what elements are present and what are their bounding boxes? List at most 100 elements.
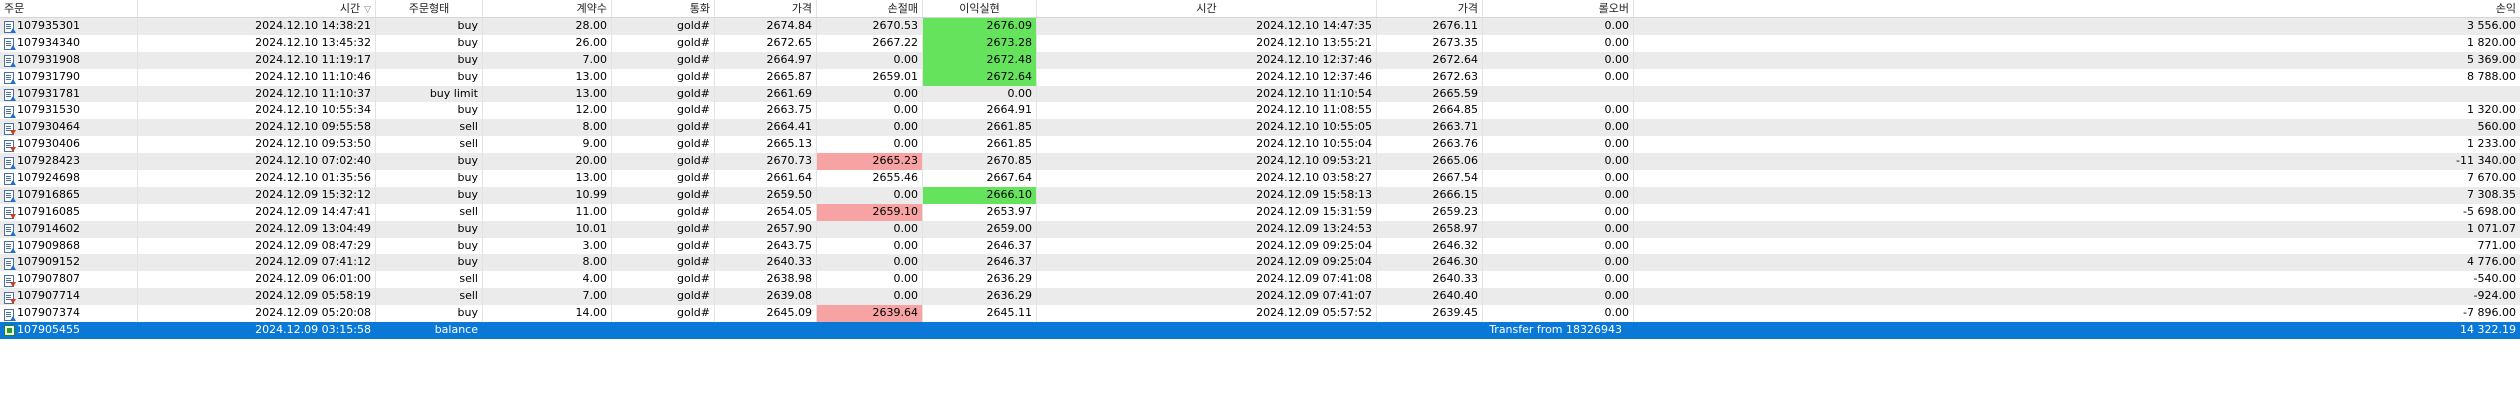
table-row[interactable]: 107907374 2024.12.09 05:20:08 buy 14.00 gold…	[0, 305, 2520, 323]
cell-swap: 0.00	[1483, 102, 1634, 120]
cell-profit: 3 556.00	[2467, 19, 2516, 32]
table-row[interactable]: 107909868 2024.12.09 08:47:29 buy 3.00 gold#…	[0, 237, 2520, 255]
sell-order-icon	[4, 274, 16, 287]
cell-order-type: sell	[376, 136, 483, 154]
balance-row[interactable]: 107905455 2024.12.09 03:15:58 balance Tr…	[0, 322, 2520, 339]
cell-profit: 1 233.00	[2467, 137, 2516, 151]
col-header-swap[interactable]: 롤오버	[1483, 0, 1634, 17]
cell-open-time: 2024.12.09 06:01:00	[138, 271, 376, 289]
cell-open-price: 2645.09	[715, 305, 817, 323]
buy-order-icon	[4, 105, 16, 118]
cell-symbol: gold#	[612, 220, 715, 238]
cell-open-price: 2661.69	[715, 85, 817, 103]
col-header-volume[interactable]: 계약수	[483, 0, 612, 17]
cell-open-time: 2024.12.10 09:53:50	[138, 136, 376, 154]
cell-symbol: gold#	[612, 51, 715, 69]
cell-swap: 0.00	[1483, 254, 1634, 272]
cell-open-time: 2024.12.09 05:20:08	[138, 305, 376, 323]
sort-desc-icon: ▽	[364, 5, 371, 15]
table-row[interactable]: 107934340 2024.12.10 13:45:32 buy 26.00 gold…	[0, 34, 2520, 52]
table-row[interactable]: 107930464 2024.12.10 09:55:58 sell 8.00 gold…	[0, 119, 2520, 137]
cell-order-type: buy	[376, 186, 483, 204]
table-row[interactable]: 107931530 2024.12.10 10:55:34 buy 12.00 gold…	[0, 102, 2520, 120]
table-row[interactable]: 107931908 2024.12.10 11:19:17 buy 7.00 gold#…	[0, 51, 2520, 69]
table-row[interactable]: 107914602 2024.12.09 13:04:49 buy 10.01 gold…	[0, 220, 2520, 238]
col-header-time[interactable]: 시간 ▽	[138, 0, 376, 17]
cell-close-price: 2663.71	[1377, 119, 1483, 137]
cell-volume: 20.00	[483, 153, 612, 171]
table-row[interactable]: 107924698 2024.12.10 01:35:56 buy 13.00 gold…	[0, 170, 2520, 187]
cell-symbol: gold#	[612, 170, 715, 187]
cell-swap: 0.00	[1483, 18, 1634, 35]
cell-open-time: 2024.12.10 11:10:37	[138, 85, 376, 103]
cell-order-number: 107907374	[0, 305, 138, 323]
cell-close-price: 2666.15	[1377, 186, 1483, 204]
cell-take-profit: 2636.29	[923, 288, 1037, 306]
cell-close-time: 2024.12.09 07:41:07	[1037, 288, 1377, 306]
cell-stop-loss: 0.00	[817, 237, 923, 255]
cell-order-type: buy limit	[376, 85, 483, 103]
cell-profit: 1 071.07	[2467, 221, 2516, 235]
cell-volume: 28.00	[483, 18, 612, 35]
col-header-price[interactable]: 가격	[715, 0, 817, 17]
pending-order-icon	[4, 88, 16, 101]
col-header-order[interactable]: 주문	[0, 0, 138, 17]
cell-order-type: buy	[376, 254, 483, 272]
cell-take-profit: 0.00	[923, 85, 1037, 103]
cell-swap: 0.00	[1483, 170, 1634, 187]
col-header-close-price[interactable]: 가격	[1377, 0, 1483, 17]
table-row[interactable]: 107935301 2024.12.10 14:38:21 buy 28.00 gold…	[0, 18, 2520, 35]
cell-symbol: gold#	[612, 102, 715, 120]
cell-close-time: 2024.12.10 11:10:54	[1037, 85, 1377, 103]
cell-profit: -924.00	[2473, 289, 2516, 303]
table-row[interactable]: 107909152 2024.12.09 07:41:12 buy 8.00 gold#…	[0, 254, 2520, 272]
cell-swap: 0.00	[1483, 305, 1634, 323]
cell-stop-loss: 0.00	[817, 136, 923, 154]
col-header-symbol[interactable]: 통화	[612, 0, 715, 17]
cell-symbol: gold#	[612, 203, 715, 221]
table-row[interactable]: 107907714 2024.12.09 05:58:19 sell 7.00 gold…	[0, 288, 2520, 306]
cell-close-price: 2646.30	[1377, 254, 1483, 272]
cell-symbol: gold#	[612, 18, 715, 35]
balance-icon	[4, 324, 15, 337]
cell-order-number: 107928423	[0, 153, 138, 171]
cell-open-time: 2024.12.09 14:47:41	[138, 203, 376, 221]
cell-stop-loss: 0.00	[817, 271, 923, 289]
cell-order-type: buy	[376, 220, 483, 238]
cell-close-price: 2665.59	[1377, 85, 1483, 103]
cell-open-price: 2664.97	[715, 51, 817, 69]
cell-close-price: 2672.64	[1377, 51, 1483, 69]
cell-order-type: buy	[376, 18, 483, 35]
table-row[interactable]: 107930406 2024.12.10 09:53:50 sell 9.00 gold…	[0, 136, 2520, 154]
table-row[interactable]: 107916865 2024.12.09 15:32:12 buy 10.99 gold…	[0, 186, 2520, 204]
cell-close-time: 2024.12.10 14:47:35	[1037, 18, 1377, 35]
cell-take-profit: 2653.97	[923, 203, 1037, 221]
col-header-close-time[interactable]: 시간	[1037, 0, 1377, 17]
cell-close-price: 2672.63	[1377, 68, 1483, 86]
cell-open-price: 2640.33	[715, 254, 817, 272]
col-header-type[interactable]: 주문형태	[376, 0, 483, 17]
col-header-sl[interactable]: 손절매	[817, 0, 923, 17]
cell-volume: 9.00	[483, 136, 612, 154]
table-row[interactable]: 107928423 2024.12.10 07:02:40 buy 20.00 gold…	[0, 153, 2520, 171]
table-row[interactable]: 107931790 2024.12.10 11:10:46 buy 13.00 gold…	[0, 68, 2520, 86]
cell-swap: 0.00	[1483, 119, 1634, 137]
cell-open-time: 2024.12.10 01:35:56	[138, 170, 376, 187]
cell-symbol: gold#	[612, 237, 715, 255]
cell-swap: 0.00	[1483, 68, 1634, 86]
col-header-profit[interactable]: 손익	[1634, 0, 2520, 17]
cell-stop-loss: 2655.46	[817, 170, 923, 187]
col-header-tp[interactable]: 이익실현	[923, 0, 1037, 17]
buy-order-icon	[4, 37, 16, 51]
cell-stop-loss: 2659.01	[817, 68, 923, 86]
table-row[interactable]: 107907807 2024.12.09 06:01:00 sell 4.00 gold…	[0, 271, 2520, 289]
cell-open-price: 2654.05	[715, 203, 817, 221]
table-row[interactable]: 107916085 2024.12.09 14:47:41 sell 11.00 gol…	[0, 203, 2520, 221]
cell-volume: 10.01	[483, 220, 612, 238]
cell-close-time: 2024.12.10 11:08:55	[1037, 102, 1377, 120]
cell-open-price: 2661.64	[715, 170, 817, 187]
cell-symbol: gold#	[612, 305, 715, 323]
table-row[interactable]: 107931781 2024.12.10 11:10:37 buy limit 13.…	[0, 85, 2520, 103]
cell-close-price: 2667.54	[1377, 170, 1483, 187]
cell-stop-loss: 0.00	[817, 85, 923, 103]
